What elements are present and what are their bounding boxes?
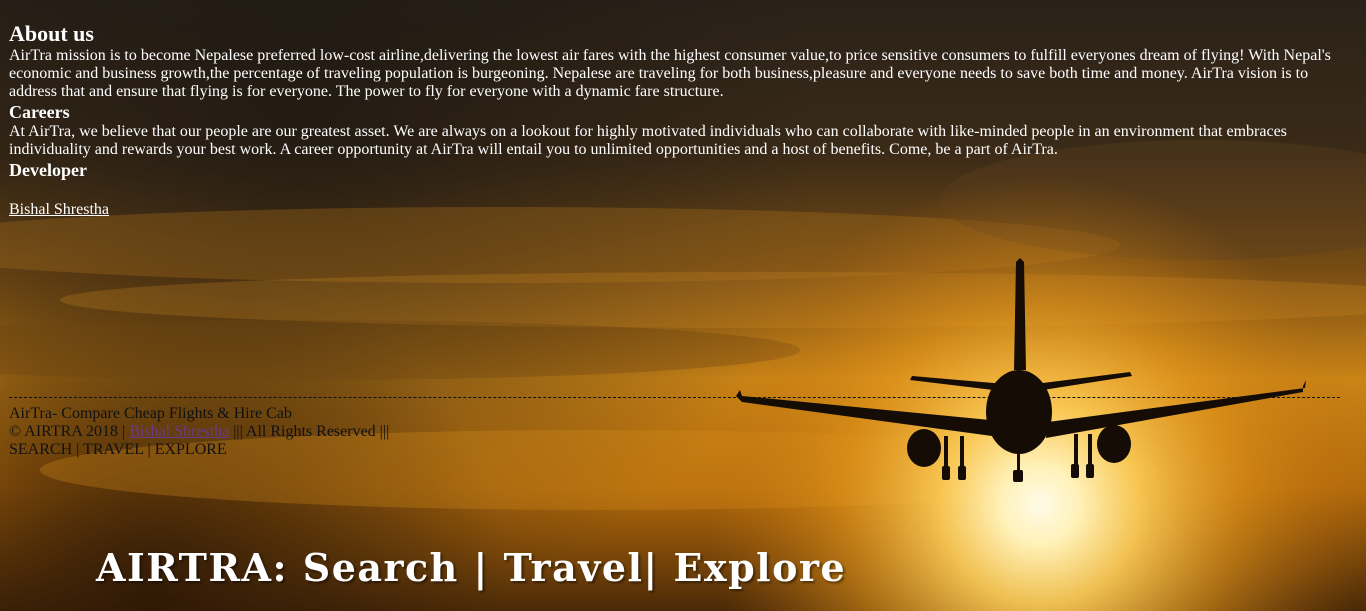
hero-banner-text: AIRTRA: Search | Travel| Explore xyxy=(96,545,847,590)
footer: AirTra- Compare Cheap Flights & Hire Cab… xyxy=(9,405,389,459)
main-content: About us AirTra mission is to become Nep… xyxy=(0,0,1366,219)
careers-text: At AirTra, we believe that our people ar… xyxy=(9,123,1287,158)
about-text: AirTra mission is to become Nepalese pre… xyxy=(9,47,1331,100)
footer-copyright: © AIRTRA 2018 | Bishal Shrestha ||| All … xyxy=(9,423,389,441)
footer-title: AirTra- Compare Cheap Flights & Hire Cab xyxy=(9,405,292,422)
developer-link[interactable]: Bishal Shrestha xyxy=(9,201,109,219)
copyright-suffix: ||| All Rights Reserved ||| xyxy=(233,423,390,440)
about-title: About us xyxy=(9,21,94,46)
careers-title: Careers xyxy=(9,102,70,122)
footer-divider xyxy=(9,397,1340,398)
footer-developer-link[interactable]: Bishal Shrestha xyxy=(129,423,229,440)
developer-title: Developer xyxy=(9,160,87,180)
footer-tagline: SEARCH | TRAVEL | EXPLORE xyxy=(9,441,227,458)
copyright-prefix: © AIRTRA 2018 | xyxy=(9,423,126,440)
